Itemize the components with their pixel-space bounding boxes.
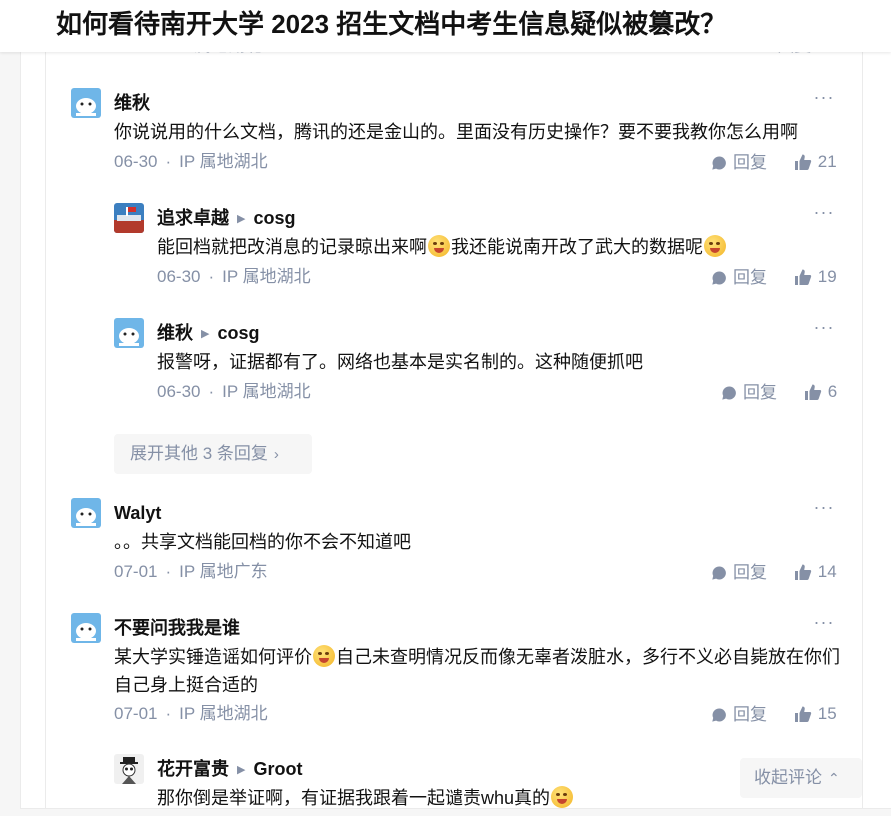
comment-actions: 回复 6 [721,380,837,408]
avatar[interactable] [114,754,144,784]
comment-meta: 07-01 · IP 属地湖北 [114,704,268,723]
comment-date: 06-30 [157,267,201,286]
panel-bottom-edge [20,808,891,816]
chevron-up-icon: ⌃ [828,770,840,786]
like-button[interactable]: 14 [794,560,837,584]
collapse-comments-button[interactable]: 收起评论 ⌃ [740,758,862,798]
comment-header: 维秋 ▶ cosg [157,318,259,348]
avatar[interactable] [114,318,144,348]
expand-replies-button[interactable]: 展开其他 3 条回复 › [114,434,312,474]
panel-right-border [862,0,863,816]
reply-arrow-icon: ▶ [237,764,246,776]
author-name[interactable]: 维秋 [114,93,150,113]
like-button[interactable]: 19 [794,265,837,289]
thumbs-up-icon [794,269,811,285]
comment-header: 追求卓越 ▶ cosg [157,203,295,233]
comment-meta: 06-30 · IP 属地湖北 [157,382,311,401]
thumbs-up-icon [794,706,811,722]
question-header: 如何看待南开大学 2023 招生文档中考生信息疑似被篡改？ [0,0,891,52]
comment-content: 某大学实锤造谣如何评价 自己未查明情况反而像无辜者泼脏水，多行不义必自毙放在你们自… [114,645,840,695]
reply-to-name[interactable]: cosg [217,323,259,343]
comment-location: IP 属地湖北 [222,382,311,401]
reply-icon [712,271,726,285]
comment-date: 07-01 [114,704,158,723]
comment-location: IP 属地湖北 [179,152,268,171]
avatar[interactable] [71,498,101,528]
reply-button[interactable]: 回复 [711,266,767,290]
comment-actions: 回复 15 [711,702,837,730]
comment-date: 07-01 [114,562,158,581]
like-button[interactable]: 6 [804,380,837,404]
reply-button[interactable]: 回复 [711,151,767,175]
comment-header: 花开富贵 ▶ Groot [157,754,302,784]
drooling-face-emoji-icon [428,235,450,257]
drooling-face-emoji-icon [551,786,574,808]
comment-content: 能回档就把改消息的记录晾出来啊 我还能说南开改了武大的数据呢 [157,233,847,261]
more-dots-icon[interactable]: ··· [812,498,836,522]
author-name[interactable]: Walyt [114,503,161,523]
comment-item: Walyt ··· 。。共享文档能回档的你不会不知道吧 07-01 · IP 属地广… [71,498,841,588]
comment-actions: 回复 14 [711,560,837,588]
comment-content: 你说说用的什么文档，腾讯的还是金山的。里面没有历史操作？要不要我教你怎么用啊 [114,122,798,142]
more-dots-icon[interactable]: ··· [812,88,836,112]
question-title[interactable]: 如何看待南开大学 2023 招生文档中考生信息疑似被篡改？ [56,5,726,43]
comment-meta: 06-30 · IP 属地湖北 [157,267,311,286]
avatar[interactable] [71,613,101,643]
comment-header: 维秋 [114,88,150,118]
reply-item: 追求卓越 ▶ cosg ··· 能回档就把改消息的记录晾出来啊 我还能说南开改了武大的… [114,203,841,293]
comment-actions: 回复 19 [711,265,837,293]
comment-item: 不要问我我是谁 ··· 某大学实锤造谣如何评价 自己未查明情况反而像无辜者泼脏水，… [71,613,841,731]
reply-icon [712,156,726,170]
chevron-right-icon: › [273,446,279,463]
rofl-emoji-icon [313,645,335,667]
reply-button[interactable]: 回复 [721,381,777,405]
comment-actions: 回复 21 [711,150,837,178]
reply-arrow-icon: ▶ [237,213,246,225]
reply-button[interactable]: 回复 [711,703,767,727]
comment-content: 。。共享文档能回档的你不会不知道吧 [114,532,411,552]
reply-icon [712,566,726,580]
author-name[interactable]: 维秋 [157,323,193,343]
more-dots-icon[interactable]: ··· [812,318,836,342]
reply-button[interactable]: 回复 [711,561,767,585]
more-dots-icon[interactable]: ··· [812,203,836,227]
author-name[interactable]: 追求卓越 [157,208,229,228]
thread-divider [45,0,46,816]
comment-location: IP 属地湖北 [222,267,311,286]
avatar[interactable] [114,203,144,233]
reply-item: 维秋 ▶ cosg ··· 报警呀，证据都有了。网络也基本是实名制的。这种随便抓吧 … [114,318,841,408]
reply-item: 花开富贵 ▶ Groot 那你倒是举证啊，有证据我跟着一起谴责whu真的 [114,754,841,814]
thumbs-up-icon [794,564,811,580]
thumbs-up-icon [794,154,811,170]
author-name[interactable]: 不要问我我是谁 [114,618,240,638]
comment-content: 报警呀，证据都有了。网络也基本是实名制的。这种随便抓吧 [157,352,643,372]
comment-location: IP 属地湖北 [179,704,268,723]
comment-date: 06-30 [114,152,158,171]
reply-to-name[interactable]: cosg [253,208,295,228]
comment-item: 维秋 ··· 你说说用的什么文档，腾讯的还是金山的。里面没有历史操作？要不要我教… [71,88,841,178]
comment-meta: 07-01 · IP 属地广东 [114,562,268,581]
comment-date: 06-30 [157,382,201,401]
like-button[interactable]: 21 [794,150,837,174]
comment-header: 不要问我我是谁 [114,613,240,643]
reply-icon [722,386,736,400]
comment-location: IP 属地广东 [179,562,268,581]
comment-meta: 06-30 · IP 属地湖北 [114,152,268,171]
author-name[interactable]: 花开富贵 [157,759,229,779]
comment-header: Walyt [114,498,161,528]
drooling-face-emoji-icon [704,235,726,257]
reply-arrow-icon: ▶ [201,328,210,340]
reply-to-name[interactable]: Groot [253,759,302,779]
more-dots-icon[interactable]: ··· [812,613,836,637]
avatar[interactable] [71,88,101,118]
reply-icon [712,708,726,722]
like-button[interactable]: 15 [794,702,837,726]
thumbs-up-icon [804,384,821,400]
